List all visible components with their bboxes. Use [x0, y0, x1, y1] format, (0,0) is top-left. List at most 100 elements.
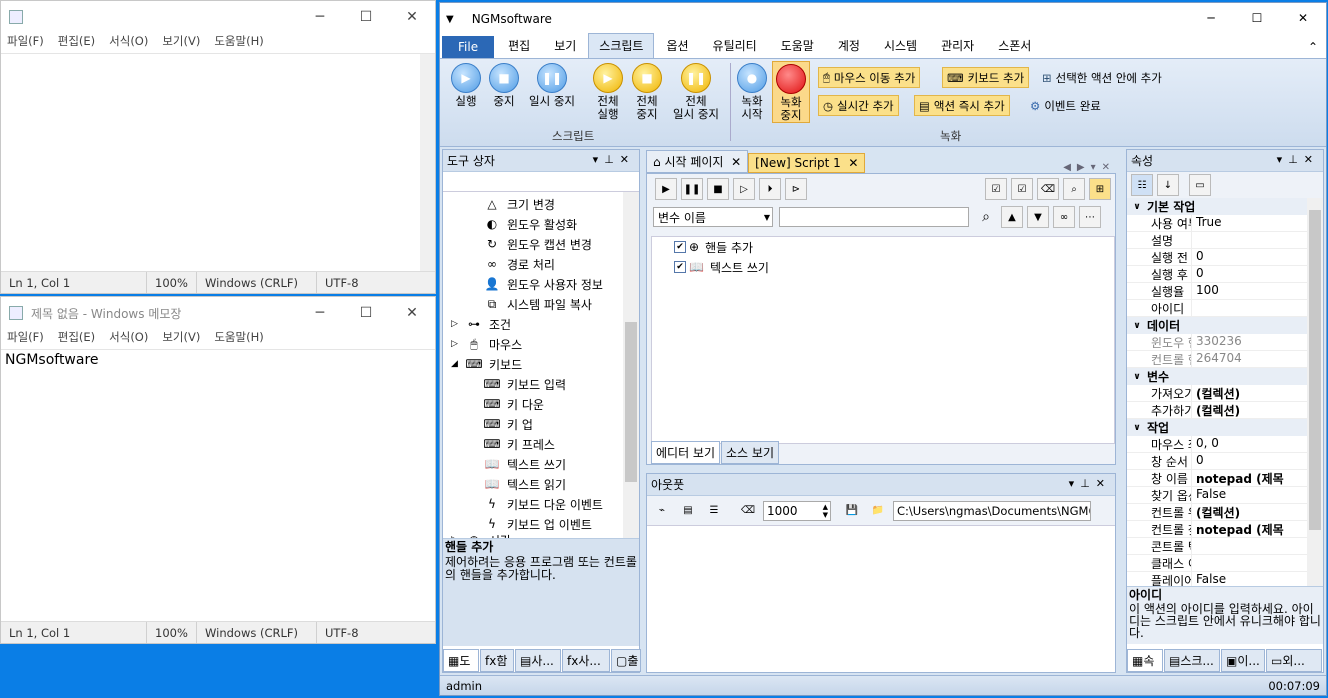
- property-row[interactable]: 실행율 100: [1127, 283, 1323, 300]
- expand-icon[interactable]: ▷: [451, 319, 465, 329]
- tab-nav-icon[interactable]: ◀▶▾✕: [1063, 162, 1116, 173]
- tree-item[interactable]: ⧉ 시스템 파일 복사: [443, 294, 639, 314]
- maximize-icon[interactable]: ☐: [1234, 3, 1280, 33]
- tab-script-1[interactable]: [New] Script 1 ✕: [748, 153, 866, 173]
- scrollbar[interactable]: [623, 192, 639, 538]
- property-value[interactable]: 0, 0: [1191, 436, 1219, 452]
- sort-alpha-button[interactable]: ↓: [1157, 174, 1179, 196]
- property-value[interactable]: (컬렉션): [1191, 504, 1240, 520]
- close-tab-icon[interactable]: ✕: [731, 155, 741, 169]
- menu-file[interactable]: 파일(F): [7, 329, 44, 349]
- tree-item[interactable]: ▷◷ 시간: [443, 534, 639, 538]
- tab-toolbox[interactable]: ▦도: [443, 649, 479, 672]
- tab-function[interactable]: fx함: [480, 649, 514, 672]
- checkbox[interactable]: ✔: [674, 261, 686, 273]
- property-value[interactable]: (컬렉션): [1191, 402, 1240, 418]
- check-all-button[interactable]: ☑: [985, 178, 1007, 200]
- menu-help[interactable]: 도움말(H): [214, 33, 263, 53]
- tree-item[interactable]: 📖 텍스트 쓰기: [443, 454, 639, 474]
- property-pages-button[interactable]: ▭: [1189, 174, 1211, 196]
- maximize-icon[interactable]: ☐: [343, 297, 389, 329]
- property-value[interactable]: [1191, 538, 1196, 554]
- property-row[interactable]: 추가하기 (컬렉션): [1127, 402, 1323, 419]
- property-value[interactable]: notepad (제목: [1191, 521, 1284, 537]
- tree-item[interactable]: 👤 윈도우 사용자 정보: [443, 274, 639, 294]
- title-bar[interactable]: ▼ NGMsoftware ─ ☐ ✕: [440, 3, 1326, 35]
- property-value[interactable]: 100: [1191, 283, 1219, 299]
- stop-all-button[interactable]: ■ 전체 중지: [629, 63, 665, 121]
- property-row[interactable]: 컨트롤 핸!264704: [1127, 351, 1323, 368]
- tab-help[interactable]: 도움말: [769, 37, 826, 58]
- toolbox-search[interactable]: [443, 172, 639, 192]
- property-value[interactable]: False: [1191, 572, 1226, 586]
- menu-edit[interactable]: 편집(E): [58, 329, 95, 349]
- step-button[interactable]: ▷: [733, 178, 755, 200]
- event-done-button[interactable]: ⚙ 이벤트 완료: [1026, 95, 1105, 116]
- panel-controls-icon[interactable]: ▾⊥✕: [1069, 477, 1111, 490]
- panel-controls-icon[interactable]: ▾⊥✕: [593, 153, 635, 166]
- property-row[interactable]: 창 이름 notepad (제목: [1127, 470, 1323, 487]
- property-value[interactable]: [1191, 300, 1196, 316]
- tab-sponsor[interactable]: 스폰서: [986, 37, 1043, 58]
- down-button[interactable]: ▼: [1027, 206, 1049, 228]
- scrollbar[interactable]: [1307, 198, 1323, 586]
- step-into-button[interactable]: ⏵: [759, 178, 781, 200]
- minimize-icon[interactable]: ─: [297, 297, 343, 329]
- infinity-button[interactable]: ∞: [1053, 206, 1075, 228]
- tab-user[interactable]: ▤사...: [515, 649, 561, 672]
- pause-all-button[interactable]: ❚❚ 전체 일시 중지: [668, 63, 724, 121]
- panel-controls-icon[interactable]: ▾⊥✕: [1277, 153, 1319, 166]
- close-icon[interactable]: ✕: [389, 1, 435, 33]
- folder-button[interactable]: 📁: [867, 500, 889, 522]
- property-row[interactable]: 콘트롤 텍:: [1127, 538, 1323, 555]
- collapse-icon[interactable]: ∨: [1127, 372, 1147, 382]
- tree-item[interactable]: △ 크기 변경: [443, 194, 639, 214]
- close-tab-icon[interactable]: ✕: [848, 156, 858, 170]
- expand-icon[interactable]: ▷: [451, 535, 465, 538]
- tab-editor-view[interactable]: 에디터 보기: [651, 441, 721, 464]
- tab-utility[interactable]: 유틸리티: [701, 37, 769, 58]
- category-basic[interactable]: ∨ 기본 작업: [1127, 198, 1323, 215]
- tree-item[interactable]: ⌨ 키 다운: [443, 394, 639, 414]
- action-item[interactable]: ✔ ⊕ 핸들 추가: [652, 237, 1114, 257]
- more-button[interactable]: ⋯: [1079, 206, 1101, 228]
- record-stop-button[interactable]: 녹화 중지: [772, 61, 810, 123]
- property-row[interactable]: 실행 전 지0: [1127, 249, 1323, 266]
- list-button[interactable]: ☰: [703, 500, 725, 522]
- stop-button[interactable]: ■ 중지: [486, 63, 522, 108]
- menu-view[interactable]: 보기(V): [162, 33, 200, 53]
- tab-account[interactable]: 계정: [826, 37, 872, 58]
- checkbox[interactable]: ✔: [674, 241, 686, 253]
- property-row[interactable]: 마우스 좌0, 0: [1127, 436, 1323, 453]
- check-button[interactable]: ☑: [1011, 178, 1033, 200]
- tree-item[interactable]: ⌨ 키보드 입력: [443, 374, 639, 394]
- tree-item[interactable]: 📖 텍스트 읽기: [443, 474, 639, 494]
- menu-view[interactable]: 보기(V): [162, 329, 200, 349]
- collapse-icon[interactable]: ◢: [451, 359, 465, 369]
- tab-user-func[interactable]: fx사...: [562, 649, 610, 672]
- tab-script-explorer[interactable]: ▤스크...: [1164, 649, 1220, 672]
- action-instant-add-button[interactable]: ▤ 액션 즉시 추가: [914, 95, 1010, 116]
- maximize-icon[interactable]: ☐: [343, 1, 389, 33]
- add-in-selected-button[interactable]: ⊞ 선택한 액션 안에 추가: [1038, 67, 1166, 88]
- tree-view-button[interactable]: ⊞: [1089, 178, 1111, 200]
- action-item[interactable]: ✔ 📖 텍스트 쓰기: [652, 257, 1114, 277]
- tab-start-page[interactable]: ⌂ 시작 페이지 ✕: [646, 150, 749, 173]
- text-area[interactable]: NGMsoftware: [1, 349, 435, 621]
- keyboard-add-button[interactable]: ⌨ 키보드 추가: [942, 67, 1030, 88]
- minimize-icon[interactable]: ─: [1188, 3, 1234, 33]
- tab-system[interactable]: 시스템: [872, 37, 929, 58]
- minimize-icon[interactable]: ─: [297, 1, 343, 33]
- clear-button[interactable]: ⌁: [651, 500, 673, 522]
- menu-help[interactable]: 도움말(H): [214, 329, 263, 349]
- property-value[interactable]: 0: [1191, 453, 1204, 469]
- path-input[interactable]: C:\Users\ngmas\Documents\NGM6\: [893, 500, 1091, 521]
- scrollbar[interactable]: [420, 54, 435, 271]
- tab-external[interactable]: ▭외...: [1266, 649, 1322, 672]
- property-row[interactable]: 아이디: [1127, 300, 1323, 317]
- tab-admin[interactable]: 관리자: [929, 37, 986, 58]
- menu-format[interactable]: 서식(O): [109, 33, 148, 53]
- tree-item[interactable]: ⌨ 키 업: [443, 414, 639, 434]
- tab-options[interactable]: 옵션: [654, 37, 700, 58]
- text-area[interactable]: [1, 53, 435, 271]
